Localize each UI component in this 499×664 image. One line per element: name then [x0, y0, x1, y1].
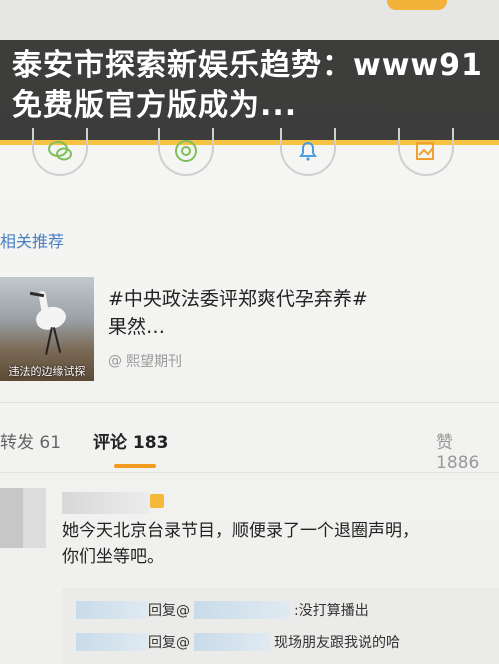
related-item-text[interactable]: #中央政法委评郑爽代孕弃养# 果然…	[108, 285, 488, 341]
moments-icon	[175, 140, 197, 162]
reply-item[interactable]: 回复@ 现场朋友跟我说的哈	[76, 632, 400, 652]
section-divider	[0, 402, 499, 403]
wechat-icon	[48, 141, 72, 161]
related-item[interactable]: 违法的边缘试探 #中央政法委评郑爽代孕弃养# 果然… @ 熙望期刊	[0, 275, 499, 387]
related-source[interactable]: @ 熙望期刊	[108, 351, 182, 371]
comment-text: 她今天北京台录节目，顺便录了一个退圈声明， 你们坐等吧。	[62, 518, 492, 570]
related-source-name: 熙望期刊	[126, 354, 182, 370]
tab-comments[interactable]: 评论 183	[93, 428, 168, 453]
reply-text: :没打算播出	[294, 603, 369, 619]
related-item-line1: #中央政法委评郑爽代孕弃养#	[108, 288, 368, 310]
follow-button[interactable]	[387, 0, 447, 10]
comment-line1: 她今天北京台录节目，顺便录了一个退圈声明，	[62, 521, 419, 541]
tabs-divider	[0, 472, 499, 473]
at-icon: @	[108, 353, 122, 369]
screen: 泰安市探索新娱乐趋势：www91免费版官方版成为... 相关推荐 违法的边缘试探…	[0, 0, 499, 664]
interaction-tabs: 转发 61 评论 183 赞 1886	[0, 420, 499, 473]
comment-line2: 你们坐等吧。	[62, 547, 164, 567]
share-image-button[interactable]	[398, 128, 454, 176]
member-badge-icon	[150, 494, 164, 508]
image-share-icon	[416, 142, 434, 160]
notify-button[interactable]	[280, 128, 336, 176]
reply-item[interactable]: 回复@ :没打算播出	[76, 600, 369, 620]
active-tab-indicator	[114, 464, 156, 468]
related-section-title: 相关推荐	[0, 232, 65, 251]
reply-author-redacted	[76, 601, 148, 619]
avatar[interactable]	[0, 488, 46, 548]
thumbnail-caption: 违法的边缘试探	[8, 365, 86, 378]
reply-prefix: 回复@	[148, 635, 190, 651]
share-moments-button[interactable]	[158, 128, 214, 176]
comment-replies[interactable]: 回复@ :没打算播出 回复@ 现场朋友跟我说的哈	[62, 588, 499, 664]
reply-text: 现场朋友跟我说的哈	[274, 635, 400, 651]
reply-target-redacted	[194, 601, 290, 619]
tab-reposts[interactable]: 转发 61	[0, 428, 61, 453]
related-thumbnail[interactable]: 违法的边缘试探	[0, 277, 94, 381]
share-wechat-button[interactable]	[32, 128, 88, 176]
comment-author-redacted[interactable]	[62, 492, 150, 514]
bell-icon	[299, 142, 317, 161]
reply-target-redacted	[194, 633, 270, 651]
share-actions-row	[0, 128, 499, 186]
related-item-line2: 果然…	[108, 316, 166, 338]
comment-item: 她今天北京台录节目，顺便录了一个退圈声明， 你们坐等吧。 回复@ :没打算播出 …	[0, 484, 499, 664]
tab-likes[interactable]: 赞 1886	[436, 428, 499, 473]
app-top-bar	[0, 0, 499, 40]
reply-prefix: 回复@	[148, 603, 190, 619]
reply-author-redacted	[76, 633, 148, 651]
headline-banner: 泰安市探索新娱乐趋势：www91免费版官方版成为...	[0, 40, 499, 140]
